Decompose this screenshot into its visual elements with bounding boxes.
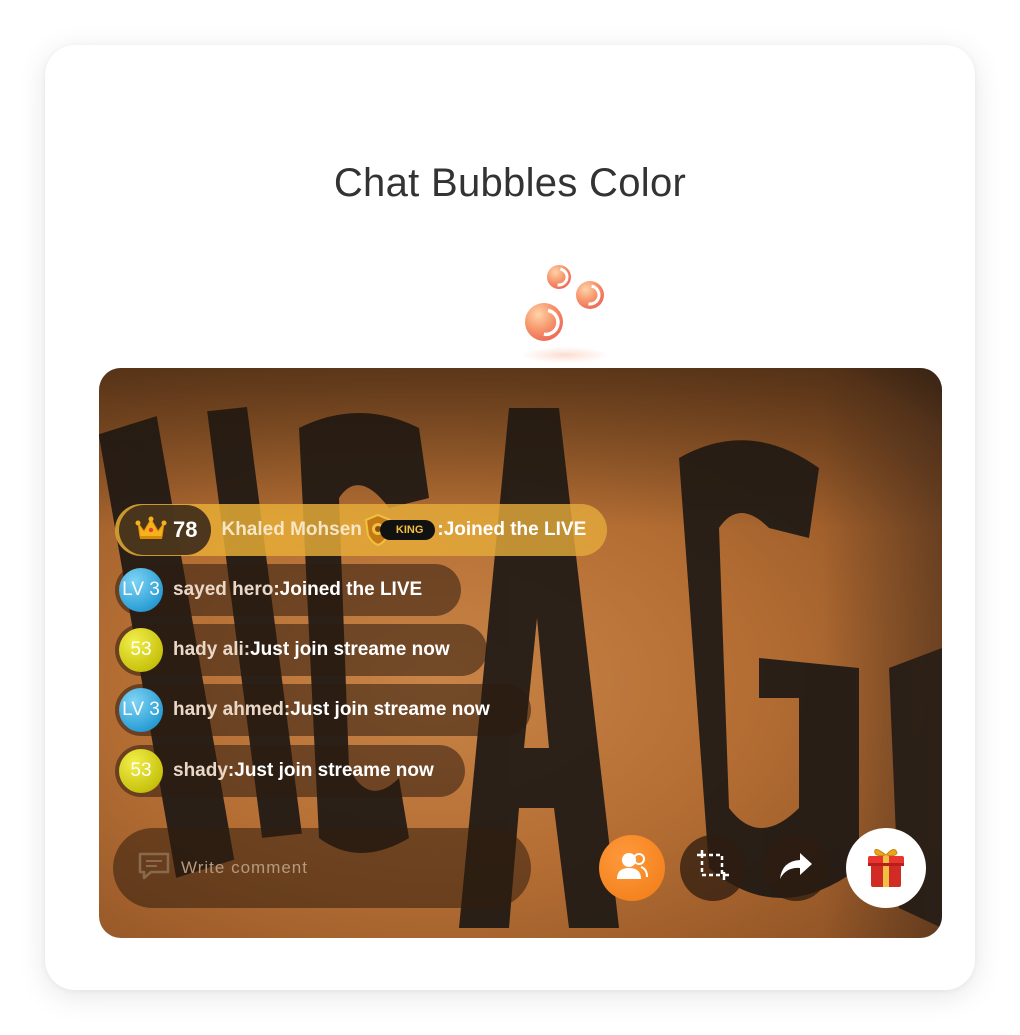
king-label: KING [379, 520, 436, 540]
chat-text: :Just join streame now [283, 699, 490, 720]
share-arrow-icon [778, 851, 814, 886]
chat-bubbles-icon [513, 255, 613, 375]
level-badge: LV 3 [119, 688, 163, 732]
chat-username[interactable]: shady [173, 760, 228, 782]
comment-input[interactable] [181, 858, 481, 878]
users-button[interactable] [599, 835, 665, 901]
chat-text: :Joined the LIVE [437, 519, 587, 540]
level-badge: LV 3 [119, 568, 163, 612]
share-button[interactable] [763, 835, 829, 901]
chat-username[interactable]: sayed hero [173, 579, 273, 601]
crop-button[interactable] [680, 835, 746, 901]
chat-username[interactable]: hady ali: [173, 639, 250, 661]
chat-text: :Just join streame now [227, 760, 434, 781]
king-badge: KING [364, 513, 436, 547]
chat-text: Just join streame now [250, 639, 450, 660]
live-stream-view: 78 Khaled Mohsen KING :Joined the LIVE L… [99, 368, 942, 938]
crown-icon [135, 515, 167, 546]
level-badge: 53 [119, 749, 163, 793]
chat-message: LV 3 sayed hero :Joined the LIVE [115, 564, 461, 616]
comment-icon [137, 851, 171, 886]
rank-number: 78 [173, 517, 198, 542]
chat-username[interactable]: hany ahmed [173, 699, 284, 721]
gift-button[interactable] [846, 828, 926, 908]
chat-message: LV 3 hany ahmed :Just join streame now [115, 684, 531, 736]
gift-icon [865, 843, 907, 894]
chat-message-vip: 78 Khaled Mohsen KING :Joined the LIVE [115, 504, 607, 556]
page-title: Chat Bubbles Color [333, 161, 687, 205]
comment-box[interactable] [113, 828, 531, 908]
level-badge: 53 [119, 628, 163, 672]
chat-text: :Joined the LIVE [273, 579, 423, 600]
crop-icon [696, 849, 730, 888]
rank-badge: 78 [119, 505, 212, 555]
chat-username[interactable]: Khaled Mohsen [221, 519, 361, 541]
chat-message: 53 hady ali: Just join streame now [115, 624, 487, 676]
chat-message: 53 shady :Just join streame now [115, 745, 465, 797]
users-icon [615, 851, 649, 886]
